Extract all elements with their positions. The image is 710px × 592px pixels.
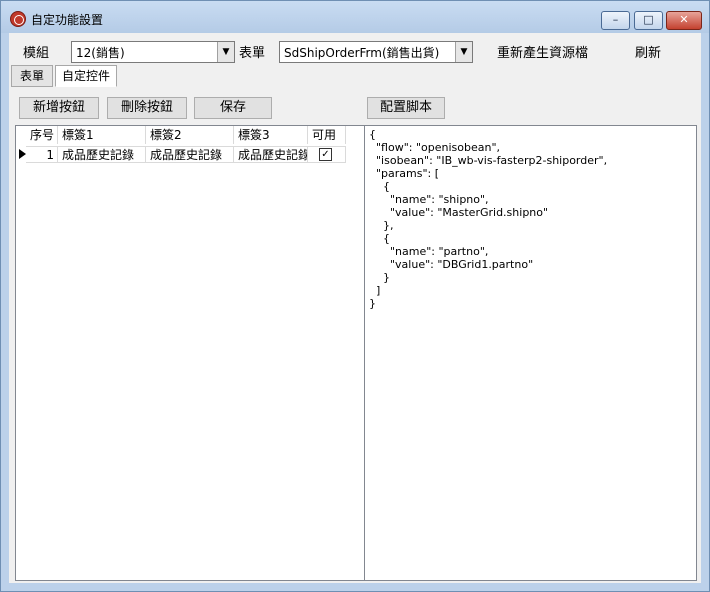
minimize-icon: – xyxy=(612,13,619,26)
cell-label2[interactable]: 成品歷史記錄 xyxy=(146,146,234,163)
chevron-down-icon[interactable]: ▼ xyxy=(217,42,234,62)
maximize-button[interactable]: □ xyxy=(634,11,663,30)
cell-label1[interactable]: 成品歷史記錄 xyxy=(58,146,146,163)
cell-enabled[interactable]: ✓ xyxy=(308,146,346,163)
cell-label3[interactable]: 成品歷史記錄 xyxy=(234,146,308,163)
regenerate-resource-link[interactable]: 重新產生資源檔 xyxy=(497,42,588,61)
form-select[interactable]: SdShipOrderFrm(銷售出貨) ▼ xyxy=(279,41,473,63)
column-header-enabled[interactable]: 可用 xyxy=(308,126,346,144)
add-button-button[interactable]: 新增按鈕 xyxy=(19,97,99,119)
script-line: "flow": "openisobean", xyxy=(369,141,501,154)
script-line: { xyxy=(369,180,390,193)
module-select[interactable]: 12(銷售) ▼ xyxy=(71,41,235,63)
refresh-link[interactable]: 刷新 xyxy=(635,42,661,61)
module-select-value: 12(銷售) xyxy=(76,46,125,60)
title-bar[interactable]: 自定功能設置 – □ ✕ xyxy=(1,1,709,33)
close-button[interactable]: ✕ xyxy=(666,11,702,30)
column-header-label2[interactable]: 標簽2 xyxy=(146,126,234,144)
app-window: 自定功能設置 – □ ✕ 模組 12(銷售) ▼ 表單 SdShipOrderF… xyxy=(0,0,710,592)
tab-custom-controls[interactable]: 自定控件 xyxy=(55,65,117,87)
form-label: 表單 xyxy=(239,46,266,61)
current-row-indicator-icon xyxy=(19,149,26,159)
window-title: 自定功能設置 xyxy=(31,13,104,27)
save-button[interactable]: 保存 xyxy=(194,97,272,119)
script-editor[interactable]: { "flow": "openisobean", "isobean": "IB_… xyxy=(364,125,697,581)
enabled-checkbox[interactable]: ✓ xyxy=(319,148,332,161)
script-line: "value": "MasterGrid.shipno" xyxy=(369,206,549,219)
cell-seq[interactable]: 1 xyxy=(26,146,58,163)
script-line: "name": "shipno", xyxy=(369,193,489,206)
script-line: "params": [ xyxy=(369,167,440,180)
script-line: "name": "partno", xyxy=(369,245,489,258)
column-header-label3[interactable]: 標簽3 xyxy=(234,126,308,144)
column-header-seq[interactable]: 序号 xyxy=(26,126,58,144)
buttons-grid[interactable]: 序号 標簽1 標簽2 標簽3 可用 1 成品歷史記錄 成品歷史記錄 成品歷史記錄… xyxy=(15,125,365,581)
module-label: 模組 xyxy=(23,46,50,61)
script-line: }, xyxy=(369,219,394,232)
script-line: } xyxy=(369,297,376,310)
script-line: "isobean": "IB_wb-vis-fasterp2-shiporder… xyxy=(369,154,608,167)
script-line: "value": "DBGrid1.partno" xyxy=(369,258,534,271)
maximize-icon: □ xyxy=(643,13,654,26)
form-select-value: SdShipOrderFrm(銷售出貨) xyxy=(284,46,440,60)
close-icon: ✕ xyxy=(679,13,689,26)
configure-script-button[interactable]: 配置脚本 xyxy=(367,97,445,119)
script-line: { xyxy=(369,232,390,245)
script-line: ] xyxy=(369,284,381,297)
script-line: } xyxy=(369,271,390,284)
delete-button-button[interactable]: 刪除按鈕 xyxy=(107,97,187,119)
column-header-label1[interactable]: 標簽1 xyxy=(58,126,146,144)
script-line: { xyxy=(369,128,376,141)
tab-form[interactable]: 表單 xyxy=(11,65,53,87)
chevron-down-icon[interactable]: ▼ xyxy=(455,42,472,62)
minimize-button[interactable]: – xyxy=(601,11,630,30)
client-area: 模組 12(銷售) ▼ 表單 SdShipOrderFrm(銷售出貨) ▼ 重新… xyxy=(9,33,701,583)
app-icon xyxy=(10,11,26,27)
